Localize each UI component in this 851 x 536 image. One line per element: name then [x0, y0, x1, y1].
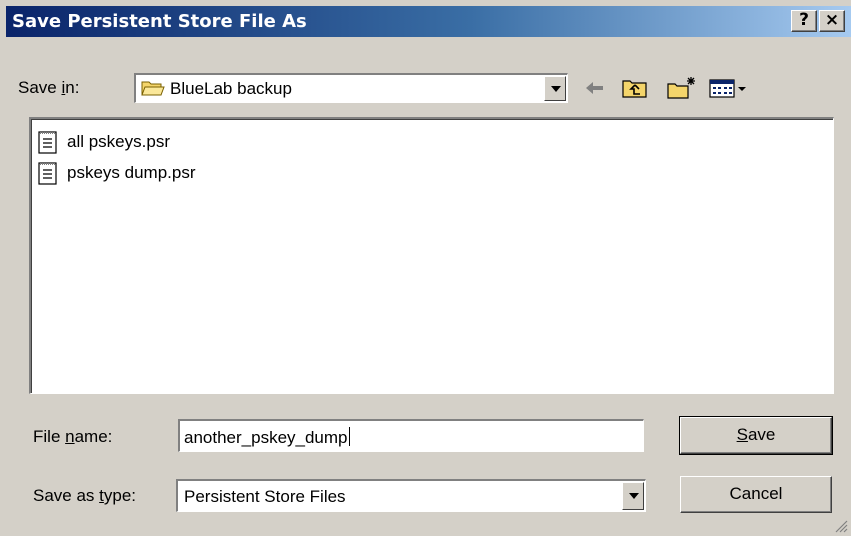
file-name: pskeys dump.psr — [67, 163, 196, 182]
window-title: Save Persistent Store File As — [12, 11, 307, 32]
save-in-value: BlueLab backup — [170, 79, 292, 98]
save-in-dropdown-button[interactable] — [544, 76, 566, 101]
document-icon — [38, 131, 57, 154]
save-dialog: Save Persistent Store File As ? × Save i… — [0, 0, 851, 536]
file-name-label: File name: — [33, 427, 113, 446]
file-name-input[interactable]: another_pskey_dump — [178, 419, 644, 452]
folder-icon — [141, 78, 165, 103]
save-in-dropdown[interactable]: BlueLab backup — [134, 73, 568, 103]
save-as-type-dropdown-button[interactable] — [622, 482, 644, 510]
title-bar[interactable]: Save Persistent Store File As ? × — [6, 6, 851, 37]
document-icon — [38, 162, 57, 185]
new-folder-button[interactable] — [666, 74, 698, 102]
help-button[interactable]: ? — [791, 10, 817, 32]
up-one-level-button[interactable] — [620, 74, 650, 102]
save-as-type-value: Persistent Store Files — [184, 487, 346, 506]
back-arrow-icon — [586, 82, 603, 94]
views-menu-button[interactable] — [708, 74, 756, 102]
save-as-type-label: Save as type: — [33, 486, 137, 505]
new-folder-icon — [667, 77, 695, 99]
chevron-down-icon — [551, 86, 561, 92]
up-one-level-icon — [622, 80, 647, 98]
save-in-label: Save in: — [18, 78, 80, 97]
resize-grip-icon[interactable] — [834, 519, 848, 533]
back-button[interactable] — [582, 74, 608, 102]
close-button[interactable]: × — [819, 10, 845, 32]
cancel-button[interactable]: Cancel — [680, 476, 832, 513]
file-name: all pskeys.psr — [67, 132, 170, 151]
views-menu-icon — [709, 79, 746, 98]
text-caret — [348, 427, 350, 446]
file-name-value: another_pskey_dump — [184, 428, 348, 447]
save-as-type-dropdown[interactable]: Persistent Store Files — [176, 479, 646, 512]
file-list[interactable]: all pskeys.psr pskeys dump.psr — [29, 117, 834, 394]
chevron-down-icon — [629, 493, 639, 499]
save-button[interactable]: Save — [679, 416, 833, 455]
